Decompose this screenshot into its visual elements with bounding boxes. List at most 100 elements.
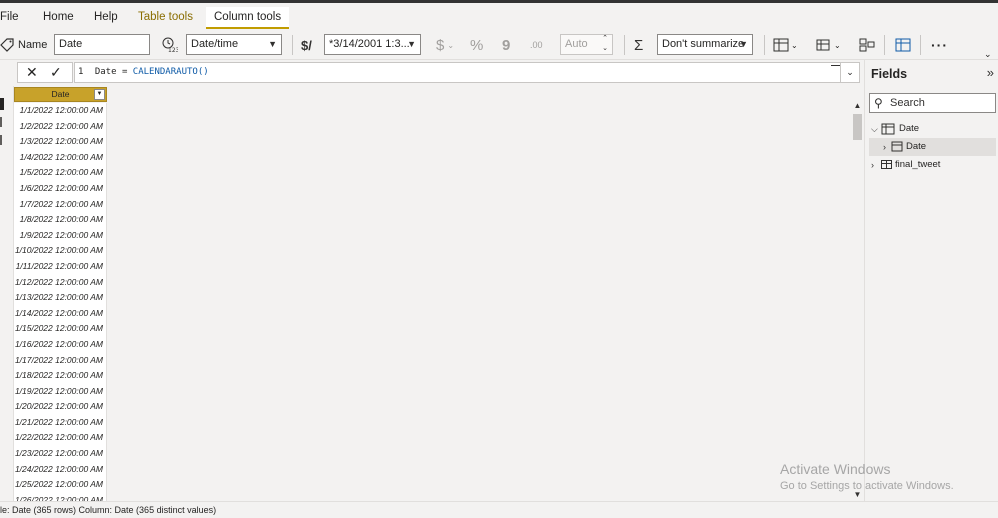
table-row[interactable]: 1/3/2022 12:00:00 AM [14, 134, 107, 150]
table-row[interactable]: 1/21/2022 12:00:00 AM [14, 414, 107, 431]
table-row[interactable]: 1/9/2022 12:00:00 AM [14, 227, 107, 244]
tab-table-tools[interactable]: Table tools [130, 7, 201, 29]
formula-line-number: 1 [78, 67, 84, 77]
search-input[interactable]: ⚲ Search [869, 93, 996, 113]
table-row[interactable]: 1/8/2022 12:00:00 AM [14, 212, 107, 228]
report-view-icon[interactable] [0, 98, 4, 110]
status-text: le: Date (365 rows) Column: Date (365 di… [0, 505, 217, 515]
table-row[interactable]: 1/20/2022 12:00:00 AM [14, 399, 107, 415]
ribbon-divider [624, 35, 625, 55]
chevron-down-icon: ▼ [407, 39, 416, 49]
model-view-icon[interactable] [0, 135, 4, 145]
column-header-date[interactable]: Date ▼ [14, 87, 107, 102]
cancel-formula-icon[interactable]: ✕ [26, 64, 38, 81]
percent-button[interactable]: % [470, 35, 483, 55]
table-row[interactable]: 1/5/2022 12:00:00 AM [14, 165, 107, 181]
formula-resize-handle[interactable] [831, 65, 840, 66]
tree-table-final-tweet[interactable]: › final_tweet [869, 156, 996, 174]
stepper-icon: ⌃ ⌄ [602, 35, 608, 52]
formula-bar: ✕ ✓ 1 Date = CALENDARAUTO() ⌄ [0, 60, 862, 86]
tree-table-date[interactable]: ⌵ Date [869, 120, 996, 138]
table-row[interactable]: 1/7/2022 12:00:00 AM [14, 196, 107, 213]
format-icon: $/ [301, 37, 312, 53]
name-input[interactable]: Date [54, 34, 150, 55]
table-grid-icon [895, 38, 911, 52]
decimal-icon: .00 [530, 40, 543, 50]
tree-field-date[interactable]: › Date [869, 138, 996, 156]
tree-item-label: Date [906, 141, 927, 152]
ribbon-divider [884, 35, 885, 55]
scroll-thumb[interactable] [853, 114, 862, 140]
table-row[interactable]: 1/2/2022 12:00:00 AM [14, 118, 107, 135]
format-select[interactable]: *3/14/2001 1:3... ▼ [324, 34, 421, 55]
currency-icon: $ [436, 36, 445, 54]
data-groups-icon [859, 38, 875, 52]
data-type-icon: 123 [162, 35, 178, 55]
table-row[interactable]: 1/22/2022 12:00:00 AM [14, 430, 107, 447]
formula-input[interactable]: 1 Date = CALENDARAUTO() [74, 62, 859, 83]
chevron-down-icon: ⌄ [447, 40, 455, 50]
data-type-select[interactable]: Date/time ▼ [186, 34, 282, 55]
formula-column-name: Date [94, 67, 117, 77]
decimal-places-input[interactable]: Auto ⌃ ⌄ [560, 34, 613, 55]
table-row[interactable]: 1/14/2022 12:00:00 AM [14, 305, 107, 322]
vertical-scrollbar[interactable]: ▲ ▼ [852, 100, 863, 500]
tab-column-tools[interactable]: Column tools [206, 7, 290, 29]
status-bar: le: Date (365 rows) Column: Date (365 di… [0, 501, 998, 518]
currency-button[interactable]: $ ⌄ [436, 35, 454, 55]
chevron-down-icon: ⌄ [834, 40, 841, 50]
fields-title: Fields [871, 67, 908, 81]
data-groups-button[interactable] [859, 35, 875, 55]
data-category-button[interactable]: ⌄ [773, 35, 798, 55]
format-value: *3/14/2001 1:3... [329, 38, 410, 50]
chevron-right-icon[interactable]: › [883, 138, 886, 156]
sort-by-column-icon [816, 39, 830, 51]
table-row[interactable]: 1/16/2022 12:00:00 AM [14, 336, 107, 353]
table-row[interactable]: 1/23/2022 12:00:00 AM [14, 446, 107, 462]
table-row[interactable]: 1/6/2022 12:00:00 AM [14, 180, 107, 197]
table-row[interactable]: 1/15/2022 12:00:00 AM [14, 321, 107, 337]
table-row[interactable]: 1/10/2022 12:00:00 AM [14, 243, 107, 259]
filter-dropdown-icon[interactable]: ▼ [94, 89, 105, 100]
table-row[interactable]: 1/12/2022 12:00:00 AM [14, 274, 107, 291]
table-row[interactable]: 1/13/2022 12:00:00 AM [14, 290, 107, 306]
percent-icon: % [470, 36, 484, 54]
tree-item-label: Date [899, 123, 920, 134]
tree-item-label: final_tweet [895, 159, 941, 170]
more-options-button[interactable]: ··· [931, 35, 948, 55]
name-label: Name [18, 39, 48, 51]
manage-relationships-button[interactable] [895, 35, 911, 55]
formula-equals: = [121, 67, 128, 77]
chevron-down-icon: ▼ [739, 39, 748, 49]
table-row[interactable]: 1/4/2022 12:00:00 AM [14, 149, 107, 166]
chevron-down-icon: ⌄ [984, 48, 992, 59]
data-type-value: Date/time [191, 38, 239, 50]
table-row[interactable]: 1/25/2022 12:00:00 AM [14, 477, 107, 493]
fields-pane: Fields » ⚲ Search ⌵ Date › Date › final_… [864, 60, 998, 501]
scroll-up-icon[interactable]: ▲ [852, 100, 863, 111]
comma-button[interactable]: 9 [502, 35, 510, 55]
tab-help[interactable]: Help [86, 7, 126, 29]
table-row[interactable]: 1/18/2022 12:00:00 AM [14, 368, 107, 384]
decimal-button[interactable]: .00 [530, 35, 543, 55]
table-row[interactable]: 1/11/2022 12:00:00 AM [14, 258, 107, 275]
menu-bar: File Home Help Table tools Column tools [0, 3, 998, 30]
summarize-select[interactable]: Don't summarize ▼ [657, 34, 753, 55]
table-row[interactable]: 1/26/2022 12:00:00 AM [14, 492, 107, 501]
commit-formula-icon[interactable]: ✓ [50, 64, 62, 81]
tab-home[interactable]: Home [35, 7, 82, 29]
formula-buttons: ✕ ✓ [17, 62, 73, 83]
ribbon-divider [764, 35, 765, 55]
table-row[interactable]: 1/24/2022 12:00:00 AM [14, 461, 107, 478]
chevron-down-icon: ⌄ [846, 67, 854, 77]
expand-formula-button[interactable]: ⌄ [840, 62, 860, 83]
chevron-down-icon[interactable]: ⌵ [871, 120, 878, 138]
data-view-icon[interactable] [0, 117, 4, 127]
chevron-right-icon[interactable]: › [871, 156, 874, 174]
table-row[interactable]: 1/1/2022 12:00:00 AM [14, 103, 107, 119]
sort-by-column-button[interactable]: ⌄ [816, 35, 841, 55]
tab-file[interactable]: File [0, 7, 27, 29]
table-row[interactable]: 1/17/2022 12:00:00 AM [14, 352, 107, 369]
collapse-pane-icon[interactable]: » [987, 65, 994, 80]
table-row[interactable]: 1/19/2022 12:00:00 AM [14, 383, 107, 400]
